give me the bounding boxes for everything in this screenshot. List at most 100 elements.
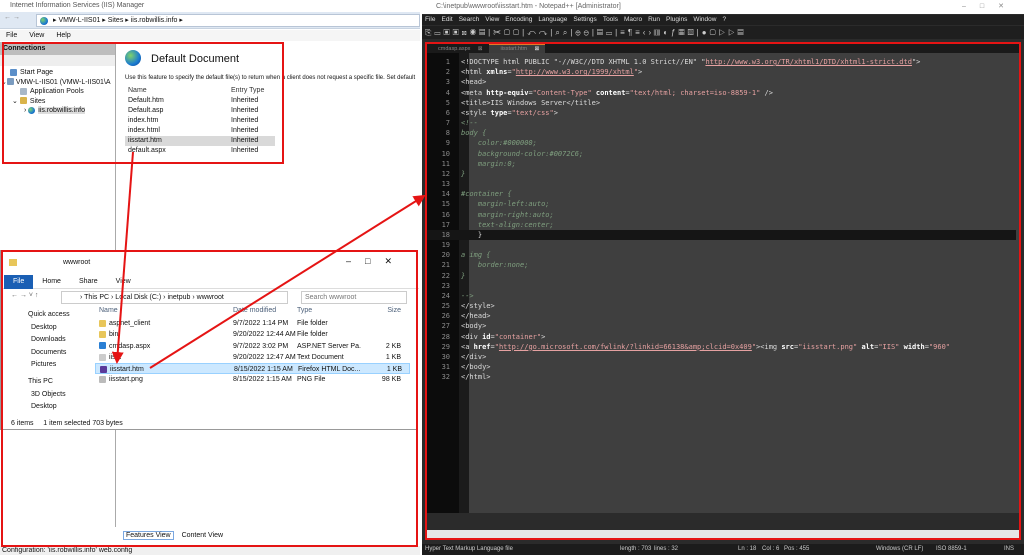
file-icon [99,319,106,327]
breadcrumb[interactable]: ▸ VMW-L-IIS01 ▸ Sites ▸ iis.robwillis.in… [36,14,420,27]
page-title: Default Document [151,53,240,65]
line-number: 9 [445,139,450,148]
file-icon [99,376,106,384]
breadcrumb-server[interactable]: VMW-L-IIS01 [58,17,100,24]
line-number: 20 [441,251,450,260]
nav-3d-objects[interactable]: 3D Objects [1,389,87,402]
nav-downloads[interactable]: Downloads [1,334,87,347]
table-row[interactable]: index.htm Inherited [125,116,275,126]
code-line: 32 </html> [426,372,1016,382]
table-row[interactable]: index.html Inherited [125,126,275,136]
menu-item[interactable]: Macro [624,16,642,23]
code-text: <meta http-equiv="Content-Type" content=… [461,88,773,97]
file-row[interactable]: iisst 9/20/2022 12:47 AM Text Document 1 KB [95,352,410,363]
table-row[interactable]: Default.htm Inherited [125,96,275,106]
menu-item[interactable]: Window [693,16,716,23]
ribbon-file[interactable]: File [4,275,34,289]
code-line: 12} [426,169,1016,179]
menu-item[interactable]: ? [722,16,726,23]
code-editor[interactable]: 1 <!DOCTYPE html PUBLIC "-//W3C//DTD XHTM… [426,53,1020,513]
nav-quick-access[interactable]: Quick access [1,309,87,322]
menu-help[interactable]: Help [56,32,70,39]
server-icon [6,78,14,86]
window-controls[interactable]: –□✕ [346,256,406,267]
globe-icon [125,50,141,66]
file-row[interactable]: iisstart.png 8/15/2022 1:15 AM PNG File 98 … [95,374,410,385]
line-number: 8 [445,129,450,138]
file-explorer-window: wwwroot –□✕ File Home Share View ← → ˅ ↑ › … [0,250,419,430]
code-line: 2 <html xmlns="http://www.w3.org/1999/xht… [426,67,1016,77]
line-number: 24 [441,291,450,300]
menu-item[interactable]: Run [648,16,660,23]
nav-pictures[interactable]: Pictures [1,359,87,372]
tree-server[interactable]: ⌄ VMW-L-IIS01 (VMW-L-IIS01\A [0,78,115,88]
globe-icon [28,106,36,114]
code-line: 15 margin-left:auto; [426,199,1016,209]
code-text: a img { [461,251,491,260]
file-row[interactable]: cmdasp.aspx 9/7/2022 3:02 PM ASP.NET Serve… [95,341,410,352]
code-line: 8 body { [426,128,1016,138]
features-view-tab[interactable]: Features View [123,531,174,540]
code-line: 23 [426,281,1016,291]
file-row-selected[interactable]: iisstart.htm 8/15/2022 1:15 AM Firefox HTM… [95,363,410,375]
window-controls[interactable]: –□✕ [962,2,1018,10]
code-text: <!-- [461,119,478,128]
nav-documents[interactable]: Documents [1,347,87,360]
menu-item[interactable]: File [425,16,435,23]
tree-site-selected[interactable]: › iis.robwillis.info [0,106,115,116]
feature-description: Use this feature to specify the default … [125,75,416,81]
menu-item[interactable]: View [485,16,499,23]
line-number: 11 [441,159,450,168]
nav-arrows-icon[interactable]: ← → ˅ ↑ [11,292,38,299]
code-line: 19 [426,240,1016,250]
status-bar: 6 items 1 item selected 703 bytes [11,420,123,427]
menu-item[interactable]: Search [459,16,480,23]
breadcrumb-site[interactable]: iis.robwillis.info [131,17,178,24]
menu-item[interactable]: Plugins [666,16,687,23]
menu-view[interactable]: View [29,32,44,39]
menu-item[interactable]: Encoding [505,16,532,23]
content-view-tab[interactable]: Content View [182,532,224,539]
nav-desktop-2[interactable]: Desktop [1,401,87,414]
file-row[interactable]: aspnet_client 9/7/2022 1:14 PM File folder [95,318,410,329]
tree-app-pools[interactable]: Application Pools [0,87,115,97]
menu-item[interactable]: Language [538,16,567,23]
table-row[interactable]: Default.asp Inherited [125,106,275,116]
code-text: <style type="text/css"> [461,108,558,117]
table-row[interactable]: default.aspx Inherited [125,146,275,156]
nav-this-pc[interactable]: This PC [1,376,87,389]
ribbon-home[interactable]: Home [33,275,70,289]
start-page-icon [10,68,17,76]
breadcrumb-sites[interactable]: Sites [108,17,124,24]
table-row-selected[interactable]: iisstart.htm Inherited [125,136,275,146]
line-number: 31 [441,363,450,372]
code-line: 6 <style type="text/css"> [426,108,1016,118]
menu-item[interactable]: Edit [441,16,452,23]
ribbon-view[interactable]: View [107,275,140,289]
menu-item[interactable]: Tools [603,16,618,23]
line-number: 16 [441,210,450,219]
nav-desktop[interactable]: Desktop [1,322,87,335]
address-bar: ← → ▸ VMW-L-IIS01 ▸ Sites ▸ iis.robwilli… [0,12,420,29]
back-forward-icon[interactable]: ← → [4,14,20,21]
menu-item[interactable]: Settings [573,16,597,23]
code-text: </html> [461,373,491,382]
code-text: background-color:#0072C6; [461,149,584,158]
code-line: 20 a img { [426,250,1016,260]
file-row[interactable]: bin 9/20/2022 12:44 AM File folder [95,329,410,340]
line-number: 2 [445,68,450,77]
code-text: <div id="container"> [461,332,546,341]
tree-sites[interactable]: ⌄ Sites [0,97,115,107]
line-number: 15 [441,200,450,209]
line-number: 27 [441,322,450,331]
file-icon [99,342,106,350]
line-number: 30 [441,352,450,361]
line-number: 1 [445,58,450,66]
menu-file[interactable]: File [6,32,17,39]
horizontal-scrollbar[interactable] [426,530,1020,539]
line-number: 19 [441,241,450,250]
code-line: 3 <head> [426,77,1016,87]
code-line: 9 color:#000000; [426,138,1016,148]
ribbon-share[interactable]: Share [70,275,107,289]
tree-start-page[interactable]: Start Page [0,68,115,78]
